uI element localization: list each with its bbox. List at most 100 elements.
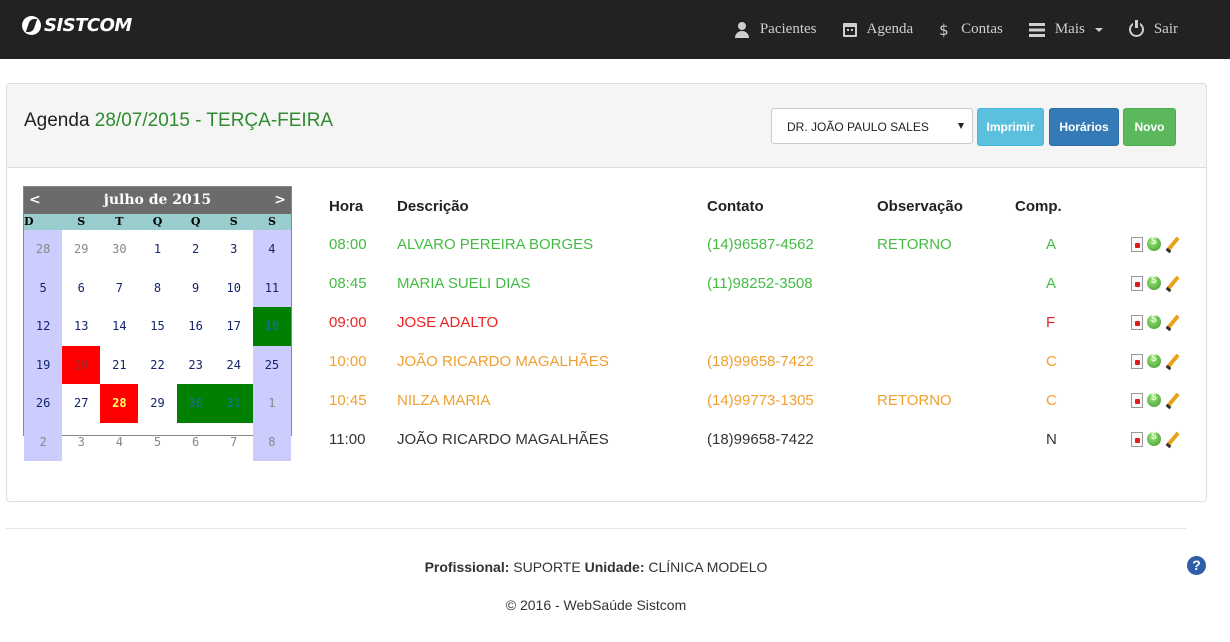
nav-mais-dropdown[interactable]: Mais — [1028, 21, 1103, 38]
calendar-day[interactable]: 7 — [100, 269, 138, 308]
calendar-day[interactable]: 5 — [24, 268, 63, 307]
calendar-day[interactable]: 24 — [215, 346, 253, 385]
calendar-day[interactable]: 5 — [138, 423, 176, 462]
brand-logo[interactable]: SISTCOM — [22, 12, 132, 38]
calendar-day[interactable]: 28 — [24, 230, 63, 269]
calendar-day[interactable]: 15 — [138, 307, 176, 346]
calendar-day[interactable]: 21 — [100, 346, 138, 385]
record-icon[interactable] — [1131, 393, 1143, 408]
panel-heading: Agenda 28/07/2015 - TERÇA-FEIRA DR. JOÃO… — [7, 84, 1206, 168]
calendar-weekdays: D S T Q Q S S — [24, 214, 291, 230]
record-icon[interactable] — [1131, 432, 1143, 447]
nav-label: Agenda — [866, 21, 914, 37]
next-month-button[interactable]: > — [274, 187, 286, 214]
calendar-day[interactable]: 4 — [252, 230, 291, 269]
calendar-day[interactable]: 6 — [177, 423, 215, 462]
nav-contas[interactable]: $ Contas — [939, 21, 1003, 38]
calendar-day[interactable]: 2 — [177, 230, 215, 269]
calendar-day[interactable]: 19 — [24, 345, 63, 384]
payment-icon[interactable] — [1147, 314, 1161, 329]
new-button[interactable]: Novo — [1123, 108, 1176, 146]
prev-month-button[interactable]: < — [29, 187, 41, 214]
calendar-day[interactable]: 1 — [138, 230, 176, 269]
table-row[interactable]: 11:00 JOÃO RICARDO MAGALHÃES (18)99658-7… — [319, 421, 1199, 460]
doctor-select[interactable]: DR. JOÃO PAULO SALES — [771, 108, 973, 144]
footer-unit-value: CLÍNICA MODELO — [648, 559, 768, 575]
agenda-panel: Agenda 28/07/2015 - TERÇA-FEIRA DR. JOÃO… — [6, 83, 1207, 502]
calendar-day-marked[interactable]: 18 — [252, 307, 291, 346]
cell-comp: A — [1046, 275, 1057, 292]
calendar-day[interactable]: 6 — [62, 269, 100, 308]
payment-icon[interactable] — [1147, 431, 1161, 446]
calendar-day[interactable]: 11 — [252, 268, 291, 307]
calendar-day-marked[interactable]: 30 — [176, 384, 215, 423]
calendar-day[interactable]: 23 — [177, 346, 215, 385]
table-row[interactable]: 10:00 JOÃO RICARDO MAGALHÃES (18)99658-7… — [319, 343, 1199, 382]
calendar-day[interactable]: 17 — [215, 307, 253, 346]
table-row[interactable]: 10:45 NILZA MARIA (14)99773-1305 RETORNO… — [319, 382, 1199, 421]
calendar-day-today[interactable]: 28 — [100, 384, 139, 423]
calendar-day[interactable]: 9 — [177, 269, 215, 308]
table-row[interactable]: 09:00 JOSE ADALTO F — [319, 304, 1199, 343]
print-button[interactable]: Imprimir — [977, 108, 1044, 146]
help-icon[interactable]: ? — [1187, 556, 1206, 575]
hours-button[interactable]: Horários — [1049, 108, 1119, 146]
cell-comp: A — [1046, 236, 1057, 253]
calendar-day[interactable]: 12 — [24, 307, 63, 346]
edit-icon[interactable] — [1165, 354, 1180, 369]
calendar-day[interactable]: 29 — [62, 230, 100, 269]
calendar-day-marked[interactable]: 31 — [214, 384, 253, 423]
payment-icon[interactable] — [1147, 236, 1161, 251]
doctor-select-value: DR. JOÃO PAULO SALES — [787, 120, 929, 134]
calendar-day[interactable]: 1 — [252, 384, 291, 423]
cell-descricao: NILZA MARIA — [397, 392, 491, 409]
calendar-day-marked[interactable]: 20 — [62, 345, 101, 384]
cell-comp: F — [1046, 314, 1056, 331]
calendar-day[interactable]: 14 — [100, 307, 138, 346]
calendar-day[interactable]: 27 — [62, 384, 100, 423]
calendar-grid: 28 29 30 1 2 3 4 5 6 7 8 9 10 11 12 13 1… — [24, 230, 291, 461]
payment-icon[interactable] — [1147, 392, 1161, 407]
calendar-day[interactable]: 8 — [138, 269, 176, 308]
cell-descricao: MARIA SUELI DIAS — [397, 275, 531, 292]
cell-comp: C — [1046, 392, 1057, 409]
calendar-day[interactable]: 10 — [215, 269, 253, 308]
col-observacao: Observação — [877, 198, 963, 215]
calendar-day[interactable]: 4 — [100, 423, 138, 462]
cell-hora: 09:00 — [329, 314, 367, 331]
edit-icon[interactable] — [1165, 432, 1180, 447]
table-row[interactable]: 08:00 ALVARO PEREIRA BORGES (14)96587-45… — [319, 226, 1199, 265]
footer-divider — [6, 528, 1186, 529]
user-icon — [734, 21, 750, 38]
nav-agenda[interactable]: Agenda — [842, 21, 914, 38]
page-title-date: 28/07/2015 - TERÇA-FEIRA — [94, 110, 334, 131]
cell-observacao: RETORNO — [877, 236, 952, 253]
record-icon[interactable] — [1131, 315, 1143, 330]
table-row[interactable]: 08:45 MARIA SUELI DIAS (11)98252-3508 A — [319, 265, 1199, 304]
record-icon[interactable] — [1131, 276, 1143, 291]
payment-icon[interactable] — [1147, 275, 1161, 290]
nav-sair[interactable]: Sair — [1128, 20, 1178, 38]
calendar-day[interactable]: 13 — [62, 307, 100, 346]
calendar-day[interactable]: 3 — [215, 230, 253, 269]
row-actions — [1131, 431, 1184, 447]
edit-icon[interactable] — [1165, 393, 1180, 408]
calendar-day[interactable]: 25 — [252, 345, 291, 384]
calendar-day[interactable]: 2 — [24, 422, 63, 461]
calendar-day[interactable]: 26 — [24, 384, 63, 423]
edit-icon[interactable] — [1165, 237, 1180, 252]
payment-icon[interactable] — [1147, 353, 1161, 368]
record-icon[interactable] — [1131, 354, 1143, 369]
edit-icon[interactable] — [1165, 276, 1180, 291]
calendar-day[interactable]: 8 — [252, 422, 291, 461]
record-icon[interactable] — [1131, 237, 1143, 252]
calendar-day[interactable]: 29 — [138, 384, 176, 423]
nav-pacientes[interactable]: Pacientes — [734, 21, 817, 38]
edit-icon[interactable] — [1165, 315, 1180, 330]
power-icon — [1128, 20, 1144, 37]
calendar-day[interactable]: 30 — [100, 230, 138, 269]
calendar-day[interactable]: 3 — [62, 423, 100, 462]
calendar-day[interactable]: 16 — [177, 307, 215, 346]
calendar-day[interactable]: 7 — [215, 423, 253, 462]
calendar-day[interactable]: 22 — [138, 346, 176, 385]
